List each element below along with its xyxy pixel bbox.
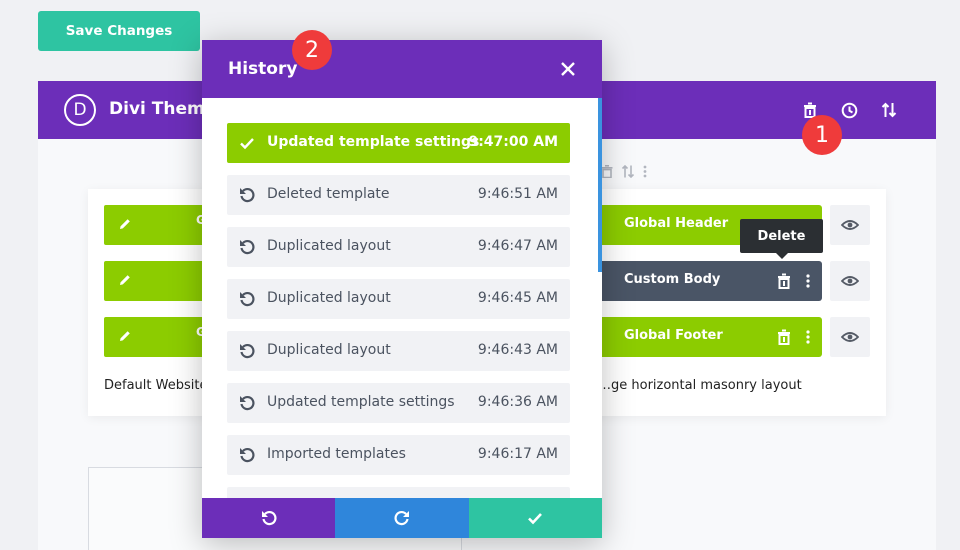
custom-body-bar[interactable]: Custom Body (600, 261, 822, 301)
step-badge-2: 2 (292, 30, 332, 70)
history-item[interactable] (227, 487, 570, 498)
history-item-time: 9:46:45 AM (477, 290, 558, 306)
visibility-toggle[interactable] (830, 317, 870, 357)
history-item[interactable]: Duplicated layout 9:46:43 AM (227, 331, 570, 371)
template-area-label: Global Header (624, 216, 729, 231)
history-modal-header: History (202, 40, 602, 98)
history-item-label: Deleted template (267, 186, 390, 202)
history-item-label: Duplicated layout (267, 238, 391, 254)
more-icon[interactable] (643, 165, 647, 178)
undo-icon (240, 448, 255, 463)
history-item[interactable]: Imported templates 9:46:17 AM (227, 435, 570, 475)
history-item-time: 9:46:51 AM (477, 186, 558, 202)
history-item-time: 9:46:47 AM (477, 238, 558, 254)
card-toolbar (601, 165, 647, 178)
redo-icon (394, 511, 409, 526)
trash-icon[interactable] (776, 273, 792, 289)
history-item-time: 9:46:36 AM (477, 394, 558, 410)
template-area-bar[interactable]: G (104, 205, 214, 245)
pencil-icon[interactable] (116, 271, 134, 289)
visibility-toggle[interactable] (830, 261, 870, 301)
eye-icon (841, 220, 859, 230)
check-icon (528, 513, 543, 525)
history-item-label: Imported templates (267, 446, 406, 462)
undo-icon (240, 188, 255, 203)
history-item-label: Updated template settings (267, 394, 455, 410)
history-modal: History Updated template settings 9:47:0… (202, 40, 602, 538)
history-item-label: Updated template settings (267, 134, 480, 150)
confirm-button[interactable] (468, 498, 602, 538)
trash-icon[interactable] (776, 329, 792, 345)
step-badge-1: 1 (802, 115, 842, 155)
delete-tooltip: Delete (740, 219, 823, 259)
pencil-icon[interactable] (116, 327, 134, 345)
sort-icon[interactable] (878, 99, 900, 121)
history-item[interactable]: Duplicated layout 9:46:47 AM (227, 227, 570, 267)
eye-icon (841, 276, 859, 286)
template-area-bar[interactable]: G (104, 317, 214, 357)
save-changes-button[interactable]: Save Changes (38, 11, 200, 51)
close-icon[interactable] (558, 59, 578, 79)
history-item-time: 9:46:17 AM (477, 446, 558, 462)
template-area-bar[interactable] (104, 261, 214, 301)
template-name: …ge horizontal masonry layout (598, 378, 802, 393)
redo-button[interactable] (335, 498, 469, 538)
history-item-label: Duplicated layout (267, 342, 391, 358)
undo-icon (240, 240, 255, 255)
pencil-icon[interactable] (116, 215, 134, 233)
sort-icon[interactable] (621, 165, 635, 178)
history-title: History (228, 59, 298, 79)
history-item-time: 9:46:43 AM (477, 342, 558, 358)
trash-icon[interactable] (601, 165, 613, 178)
history-item-label: Duplicated layout (267, 290, 391, 306)
history-item[interactable]: Deleted template 9:46:51 AM (227, 175, 570, 215)
history-item[interactable]: Updated template settings 9:46:36 AM (227, 383, 570, 423)
undo-icon (261, 511, 277, 526)
history-icon[interactable] (838, 99, 860, 121)
global-footer-bar[interactable]: Global Footer (600, 317, 822, 357)
template-area-label: Global Footer (624, 328, 723, 343)
undo-icon (240, 396, 255, 411)
undo-icon (240, 344, 255, 359)
undo-icon (240, 292, 255, 307)
history-list[interactable]: Updated template settings 9:47:00 AM Del… (202, 98, 602, 498)
history-item-time: 9:47:00 AM (468, 134, 558, 150)
visibility-toggle[interactable] (830, 205, 870, 245)
more-icon[interactable] (802, 329, 814, 345)
undo-button[interactable] (202, 498, 336, 538)
check-icon (240, 138, 254, 150)
eye-icon (841, 332, 859, 342)
history-item[interactable]: Updated template settings 9:47:00 AM (227, 123, 570, 163)
scrollbar[interactable] (598, 98, 602, 272)
more-icon[interactable] (802, 273, 814, 289)
history-item[interactable]: Duplicated layout 9:46:45 AM (227, 279, 570, 319)
divi-logo: D (64, 94, 96, 126)
history-modal-footer (202, 498, 602, 538)
template-area-label: Custom Body (624, 272, 721, 287)
